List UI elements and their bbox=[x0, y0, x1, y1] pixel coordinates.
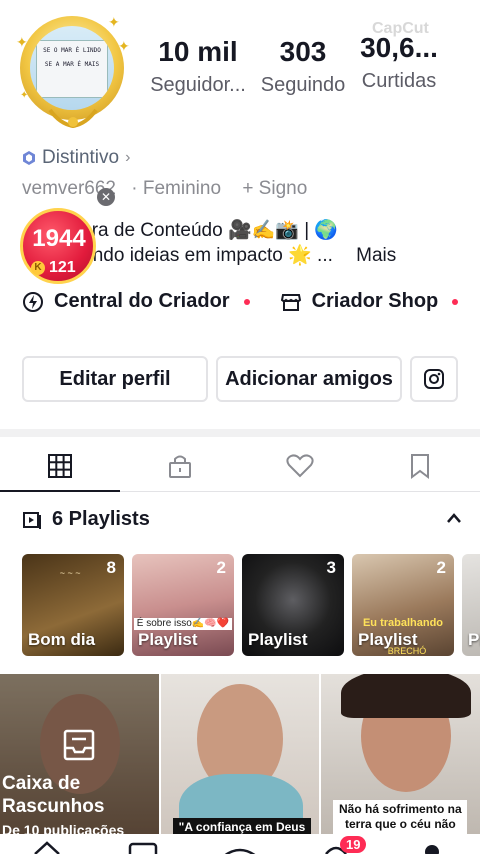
drafts-count: De 10 publicações bbox=[2, 822, 124, 834]
bookmark-icon bbox=[411, 453, 429, 479]
playlist-card[interactable]: Eu trabalhando BRECHÓ 2 Playlist bbox=[352, 554, 454, 656]
star-icon: ✦ bbox=[16, 34, 28, 50]
bottom-navigation bbox=[0, 834, 480, 854]
tab-videos[interactable] bbox=[0, 440, 120, 492]
likes-count: 30,6... bbox=[360, 32, 438, 63]
playlist-card[interactable]: ~ ~ ~ 8 Bom dia bbox=[22, 554, 124, 656]
drafts-count-value: 10 publicações bbox=[23, 822, 125, 834]
friends-icon[interactable] bbox=[128, 840, 158, 854]
following-count: 303 bbox=[279, 36, 327, 67]
laurel-icon bbox=[48, 108, 98, 128]
bio-line-1: ndora de Conteúdo 🎥✍️📸 | 🌍 bbox=[60, 220, 339, 241]
playlist-icon bbox=[23, 511, 41, 529]
creator-center-link[interactable]: Central do Criador bbox=[22, 290, 250, 313]
playlist-title: Pl bbox=[468, 630, 480, 649]
following-stat[interactable]: 303 Seguindo bbox=[258, 36, 348, 97]
profile-tabs bbox=[0, 440, 480, 492]
creator-tools-row: Central do Criador Criador Shop bbox=[22, 290, 480, 313]
notification-badge: 19 bbox=[340, 836, 367, 853]
shop-icon bbox=[280, 293, 301, 311]
instagram-button[interactable] bbox=[410, 356, 458, 402]
user-info-row: vemver662 · Feminino + Signo ✕ bbox=[22, 178, 307, 206]
playlists-header[interactable]: 6 Playlists bbox=[22, 508, 462, 531]
tab-saved[interactable] bbox=[360, 440, 480, 491]
playlists-carousel: ~ ~ ~ 8 Bom dia É sobre isso✍️🧠❤️ 2 Play… bbox=[22, 554, 480, 656]
home-icon[interactable] bbox=[32, 840, 62, 854]
creator-shop-link[interactable]: Criador Shop bbox=[280, 290, 459, 313]
video-grid: Caixa de Rascunhos De 10 publicações "A … bbox=[0, 674, 480, 834]
avatar-caption-1: SE O MAR É LINDO bbox=[43, 47, 101, 54]
bio-line-2-text: rmando ideias em impacto 🌟 ... bbox=[60, 245, 333, 266]
section-divider bbox=[0, 429, 480, 437]
playlist-title: Playlist bbox=[358, 630, 418, 649]
playlist-count: 2 bbox=[436, 558, 446, 577]
creator-center-label: Central do Criador bbox=[54, 290, 230, 312]
creator-shop-label: Criador Shop bbox=[311, 290, 439, 312]
tab-private[interactable] bbox=[120, 440, 240, 491]
playlist-card[interactable]: Pl bbox=[462, 554, 480, 656]
notification-dot bbox=[452, 298, 459, 305]
video-caption: Não há sofrimento na terra que o céu não bbox=[333, 800, 468, 834]
playlist-cover-text: É sobre isso✍️🧠❤️ bbox=[134, 618, 232, 630]
lock-icon bbox=[169, 455, 191, 478]
likes-label: Curtidas bbox=[361, 70, 437, 92]
likes-stat[interactable]: 30,6... Curtidas bbox=[354, 32, 444, 93]
star-icon: ✦ bbox=[20, 90, 29, 101]
avatar-caption-2: SE A MAR É MAIS bbox=[44, 61, 100, 68]
drafts-title: Caixa de Rascunhos bbox=[2, 773, 105, 817]
following-label: Seguindo bbox=[260, 74, 346, 96]
gift-level-badge[interactable]: 1944 K 121 bbox=[20, 208, 96, 284]
video-tile[interactable]: Não há sofrimento na terra que o céu não bbox=[321, 674, 480, 834]
star-icon: ✦ bbox=[118, 38, 130, 54]
gift-level-number: 1944 bbox=[32, 225, 86, 252]
grid-icon bbox=[48, 453, 72, 478]
followers-count: 10 mil bbox=[158, 36, 238, 67]
playlist-title: Playlist bbox=[248, 630, 308, 649]
coin-count-value: 121 bbox=[49, 259, 76, 276]
video-thumbnail-hair bbox=[341, 674, 472, 718]
playlist-title: Bom dia bbox=[28, 630, 96, 649]
coin-icon: K bbox=[31, 261, 45, 275]
playlist-count: 2 bbox=[216, 558, 226, 577]
playlist-count: 8 bbox=[106, 558, 116, 577]
drafts-prefix: De bbox=[2, 822, 20, 834]
playlist-count: 3 bbox=[326, 558, 336, 577]
notification-dot bbox=[243, 298, 250, 305]
playlist-title: Playlist bbox=[138, 630, 198, 649]
badge-link[interactable]: Distintivo › bbox=[22, 147, 130, 169]
close-icon[interactable]: ✕ bbox=[97, 188, 115, 206]
chevron-up-icon[interactable] bbox=[446, 512, 462, 524]
tab-liked[interactable] bbox=[240, 440, 360, 491]
chevron-right-icon: › bbox=[125, 149, 131, 166]
playlist-cover-text: ~ ~ ~ bbox=[59, 568, 81, 578]
playlists-count-label: 6 Playlists bbox=[52, 508, 150, 530]
instagram-icon bbox=[424, 369, 444, 389]
avatar-image: SE O MAR É LINDO SE A MAR É MAIS bbox=[30, 26, 114, 110]
playlist-cover-text: Eu trabalhando bbox=[362, 617, 444, 629]
hexagon-badge-icon bbox=[23, 151, 35, 165]
playlist-card[interactable]: É sobre isso✍️🧠❤️ 2 Playlist bbox=[132, 554, 234, 656]
followers-label: Seguidor... bbox=[150, 74, 246, 96]
drafts-overlay: Caixa de Rascunhos De 10 publicações bbox=[0, 674, 159, 834]
lightning-circle-icon bbox=[23, 291, 43, 312]
more-link[interactable]: Mais bbox=[356, 245, 396, 266]
badge-label: Distintivo bbox=[42, 147, 120, 168]
video-caption: "A confiança em Deus bbox=[172, 818, 312, 834]
add-sign-link[interactable]: + Signo bbox=[242, 178, 307, 199]
create-icon[interactable] bbox=[222, 846, 258, 854]
star-icon: ✦ bbox=[108, 14, 120, 30]
edit-profile-button[interactable]: Editar perfil bbox=[22, 356, 208, 402]
playlist-card[interactable]: 3 Playlist bbox=[242, 554, 344, 656]
drafts-inbox-icon bbox=[63, 729, 95, 761]
gender-label: · Feminino bbox=[131, 178, 222, 199]
coin-count: K 121 bbox=[31, 259, 76, 277]
profile-icon[interactable] bbox=[422, 842, 442, 854]
bio-line-2: rmando ideias em impacto 🌟 ... Mais bbox=[60, 243, 396, 267]
video-tile[interactable]: "A confiança em Deus bbox=[160, 674, 320, 834]
add-friends-button[interactable]: Adicionar amigos bbox=[216, 356, 402, 402]
drafts-tile[interactable]: Caixa de Rascunhos De 10 publicações bbox=[0, 674, 159, 834]
followers-stat[interactable]: 10 mil Seguidor... bbox=[148, 36, 248, 97]
heart-icon bbox=[286, 453, 314, 477]
avatar[interactable]: SE O MAR É LINDO SE A MAR É MAIS ✦ ✦ ✦ ✦ bbox=[16, 12, 130, 130]
